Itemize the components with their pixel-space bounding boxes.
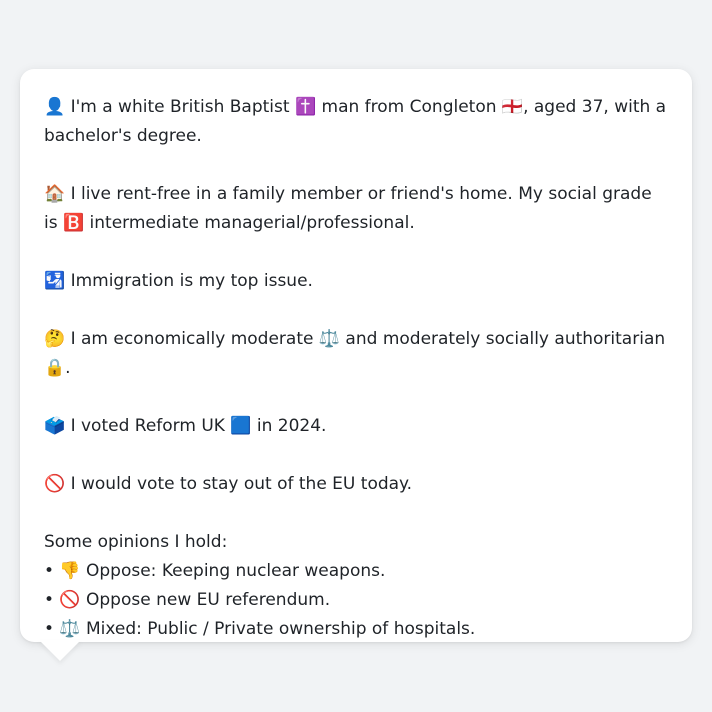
opinions-list: • 👎 Oppose: Keeping nuclear weapons. • 🚫…: [44, 557, 668, 644]
ideology-text: 🤔 I am economically moderate ⚖️ and mode…: [44, 329, 666, 378]
identity-text: 👤 I'm a white British Baptist ✝️ man fro…: [44, 97, 667, 146]
housing-text: 🏠 I live rent-free in a family member or…: [44, 184, 652, 233]
opinions-heading: Some opinions I hold:: [44, 532, 228, 552]
top-issue-text: 🛂 Immigration is my top issue.: [44, 271, 313, 291]
list-item: • 🚫 Oppose new EU referendum.: [44, 590, 331, 610]
eu-stance-text: 🚫 I would vote to stay out of the EU tod…: [44, 474, 413, 494]
vote-history-text: 🗳️ I voted Reform UK 🟦 in 2024.: [44, 416, 327, 436]
bubble-tail: [39, 640, 81, 661]
list-item: • 👎 Oppose: Keeping nuclear weapons.: [44, 561, 386, 581]
list-item: • ⚖️ Mixed: Public / Private ownership o…: [44, 619, 476, 639]
message-bubble: 👤 I'm a white British Baptist ✝️ man fro…: [20, 69, 692, 642]
